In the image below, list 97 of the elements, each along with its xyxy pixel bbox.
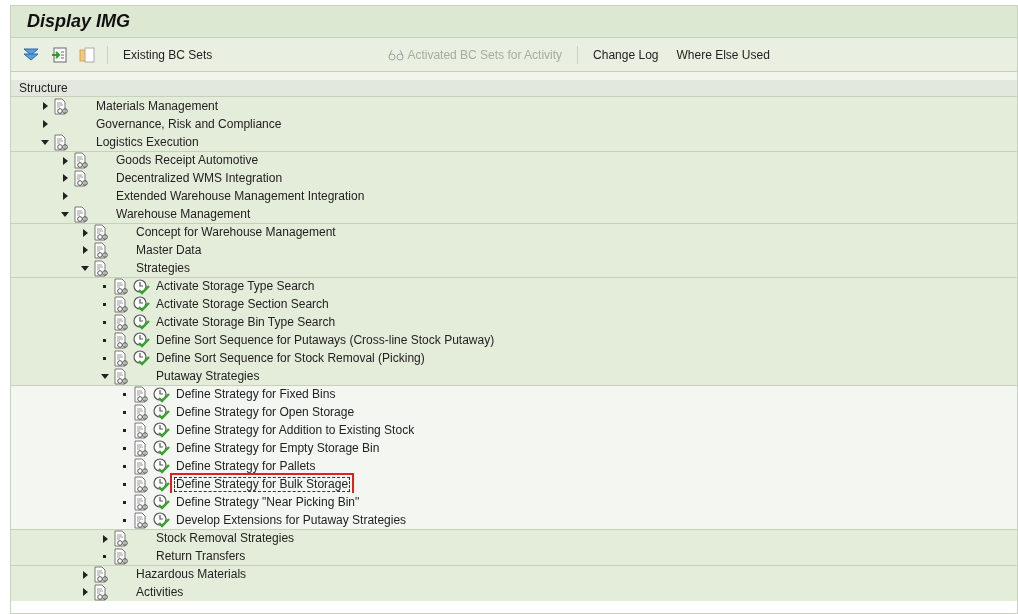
tree-node-label[interactable]: Decentralized WMS Integration: [114, 170, 285, 186]
bullet-icon: [123, 464, 126, 468]
document-glasses-icon: [113, 278, 129, 295]
clock-check-icon[interactable]: [133, 314, 150, 330]
tree-node-label[interactable]: Goods Receipt Automotive: [114, 153, 261, 168]
bullet-icon: [123, 518, 126, 522]
clock-check-icon[interactable]: [153, 476, 170, 492]
tree-node-label[interactable]: Putaway Strategies: [154, 368, 262, 384]
tree-node-label[interactable]: Stock Removal Strategies: [154, 531, 297, 546]
tree-node-label[interactable]: Define Strategy for Pallets: [174, 458, 318, 474]
clock-check-icon[interactable]: [133, 296, 150, 312]
expand-all-icon[interactable]: [23, 47, 39, 62]
collapse-triangle-icon[interactable]: [61, 210, 69, 218]
expand-triangle-icon[interactable]: [81, 588, 89, 596]
document-glasses-icon: [133, 457, 149, 475]
tree-node-label[interactable]: Return Transfers: [154, 548, 248, 564]
document-glasses-icon: [113, 295, 129, 313]
document-glasses-icon: [133, 386, 149, 403]
document-glasses-icon: [113, 367, 129, 385]
clock-check-icon[interactable]: [133, 278, 150, 295]
tree-node-label[interactable]: Activities: [134, 584, 186, 600]
expand-triangle-icon[interactable]: [41, 102, 49, 110]
bullet-icon: [123, 393, 126, 396]
expand-triangle-icon[interactable]: [61, 192, 69, 200]
tree-node-label[interactable]: Hazardous Materials: [134, 567, 249, 582]
expand-triangle-icon[interactable]: [101, 534, 109, 543]
collapse-triangle-icon[interactable]: [41, 138, 49, 146]
tree-node-label[interactable]: Master Data: [134, 242, 204, 258]
toolbar-button[interactable]: Existing BC Sets: [120, 45, 216, 64]
expand-triangle-icon[interactable]: [61, 156, 69, 165]
bullet-icon: [103, 302, 106, 306]
document-glasses-icon: [53, 133, 69, 151]
document-glasses-icon: [133, 421, 149, 439]
document-glasses-icon: [113, 331, 129, 349]
collapse-triangle-icon[interactable]: [81, 264, 89, 272]
expand-triangle-icon[interactable]: [81, 228, 89, 237]
clock-check-icon[interactable]: [153, 404, 170, 420]
tree-node-label[interactable]: Warehouse Management: [114, 206, 253, 222]
window-title: Display IMG: [27, 10, 131, 33]
toolbar-button[interactable]: Where Else Used: [673, 45, 773, 64]
document-glasses-icon: [73, 169, 89, 187]
tree-node-label[interactable]: Logistics Execution: [94, 134, 201, 150]
document-glasses-icon: [133, 475, 149, 493]
document-glasses-icon: [73, 205, 89, 223]
toolbar-button[interactable]: Change Log: [590, 45, 662, 64]
bullet-icon: [123, 410, 126, 414]
bullet-icon: [123, 446, 126, 450]
document-glasses-icon: [53, 97, 69, 115]
tree-node-label[interactable]: Activate Storage Bin Type Search: [154, 314, 338, 330]
expand-triangle-icon[interactable]: [81, 246, 89, 254]
column-header-text: Structure: [19, 80, 68, 97]
bullet-icon: [103, 320, 106, 324]
clock-check-icon[interactable]: [133, 332, 150, 348]
clock-check-icon[interactable]: [153, 422, 170, 438]
document-glasses-icon: [133, 493, 149, 511]
clock-check-icon[interactable]: [153, 512, 170, 528]
document-glasses-icon: [113, 349, 129, 367]
document-glasses-icon: [113, 547, 129, 565]
document-glasses-icon: [133, 511, 149, 529]
clock-check-icon[interactable]: [153, 440, 170, 456]
tree-node-label[interactable]: Activate Storage Section Search: [154, 296, 331, 312]
document-glasses-icon: [113, 530, 129, 547]
tree-node-label[interactable]: Define Strategy for Fixed Bins: [174, 387, 338, 402]
document-glasses-icon: [113, 313, 129, 331]
bullet-icon: [123, 428, 126, 432]
document-glasses-icon: [93, 583, 109, 601]
tree-node-label[interactable]: Governance, Risk and Compliance: [94, 116, 284, 132]
expand-triangle-icon[interactable]: [61, 174, 69, 182]
document-glasses-icon: [93, 241, 109, 259]
import-icon[interactable]: [51, 46, 67, 63]
tree-node-label[interactable]: Concept for Warehouse Management: [134, 225, 338, 240]
bullet-icon: [103, 338, 106, 342]
document-glasses-icon: [133, 403, 149, 421]
bullet-icon: [103, 554, 106, 558]
tree-node-label[interactable]: Strategies: [134, 260, 193, 276]
tree-node-label[interactable]: Materials Management: [94, 98, 221, 114]
clock-check-icon[interactable]: [153, 458, 170, 474]
document-glasses-icon: [73, 152, 89, 169]
tree-node-label[interactable]: Define Strategy "Near Picking Bin": [174, 494, 362, 510]
bullet-icon: [123, 482, 126, 486]
expand-triangle-icon[interactable]: [81, 570, 89, 579]
document-glasses-icon: [93, 224, 109, 241]
glasses-icon: [387, 48, 406, 61]
expand-triangle-icon[interactable]: [41, 120, 49, 128]
clock-check-icon[interactable]: [133, 350, 150, 366]
bullet-icon: [103, 285, 106, 288]
bullet-icon: [103, 356, 106, 360]
collapse-triangle-icon[interactable]: [101, 372, 109, 380]
bullet-icon: [123, 500, 126, 504]
tree-node-label[interactable]: Define Strategy for Empty Storage Bin: [174, 440, 382, 456]
clock-check-icon[interactable]: [153, 386, 170, 403]
clock-check-icon[interactable]: [153, 494, 170, 510]
document-glasses-icon: [93, 566, 109, 583]
tree-node-label[interactable]: Activate Storage Type Search: [154, 279, 317, 294]
document-glasses-icon: [133, 439, 149, 457]
document-glasses-icon: [93, 259, 109, 277]
tree-node-label[interactable]: Define Strategy for Open Storage: [174, 404, 357, 420]
